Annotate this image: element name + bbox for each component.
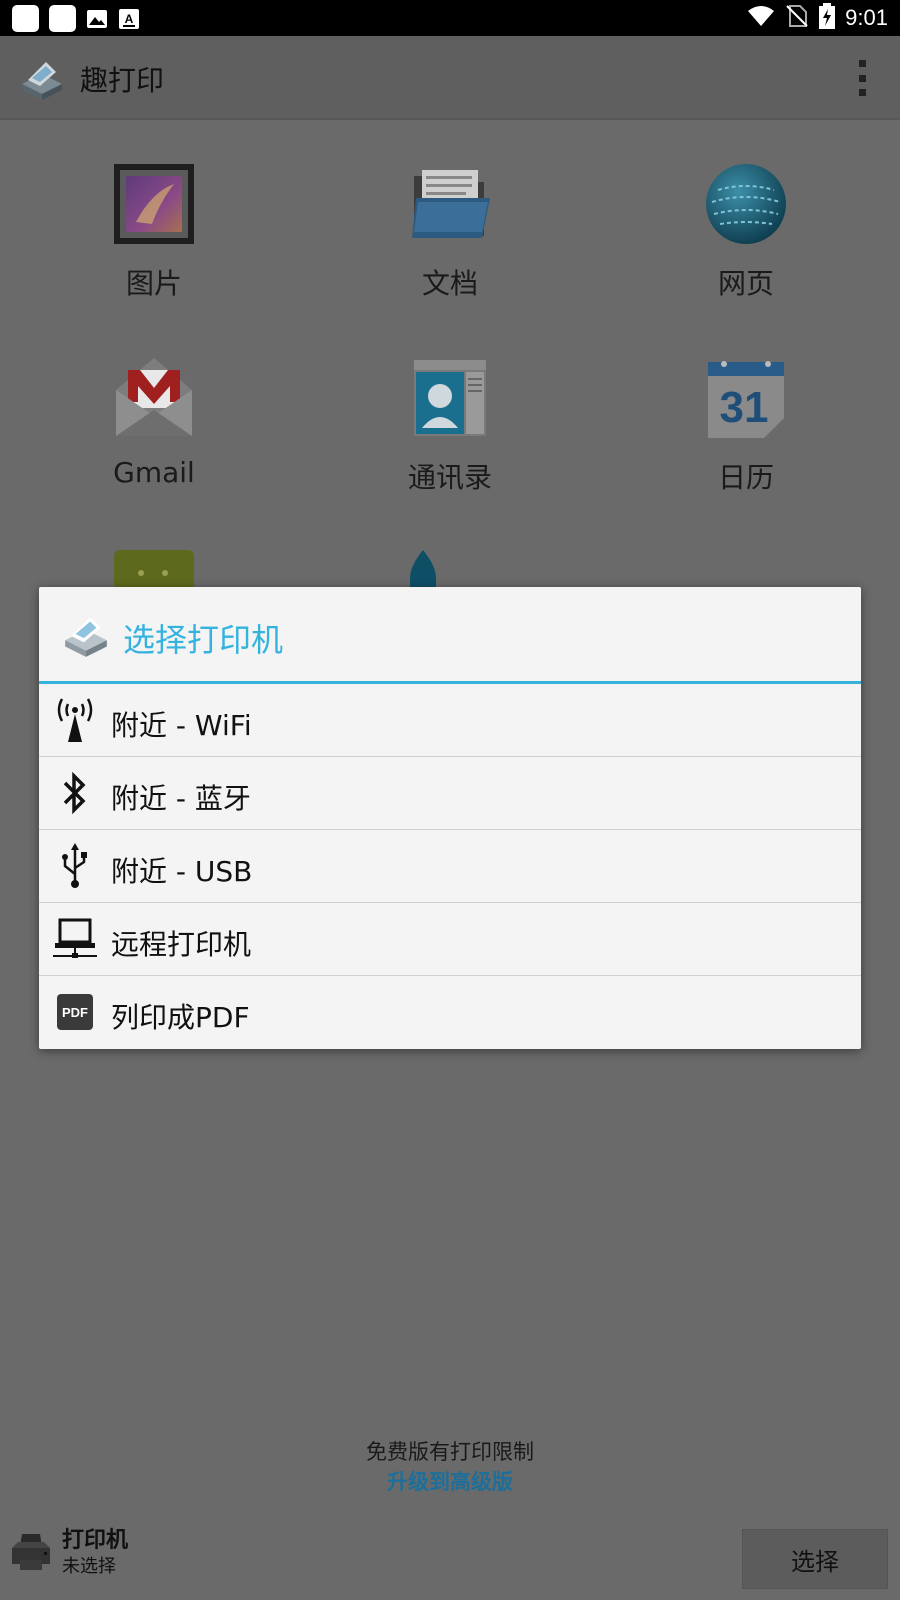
remote-computer-icon <box>51 915 99 963</box>
status-bar: A 9:01 <box>0 0 900 36</box>
option-nearby-wifi[interactable]: 附近 - WiFi <box>39 684 861 757</box>
calendar-day-number: 31 <box>720 383 769 432</box>
grid-label: 日历 <box>717 461 774 494</box>
printer-icon <box>10 1530 52 1572</box>
option-print-to-pdf[interactable]: PDF 列印成PDF <box>39 976 861 1049</box>
option-label: 远程打印机 <box>111 928 252 961</box>
dialog-header: 选择打印机 <box>39 587 861 684</box>
usb-icon <box>51 842 99 890</box>
grid-label: 图片 <box>125 267 182 300</box>
app-title: 趣打印 <box>80 64 165 97</box>
no-sim-icon <box>785 4 809 32</box>
grid-item-gmail[interactable]: Gmail <box>54 356 254 489</box>
grid-item-calendar[interactable]: 31 日历 <box>646 356 846 496</box>
printer-status: 未选择 <box>62 1556 116 1577</box>
grid-label: 文档 <box>421 267 478 300</box>
grid-item-documents[interactable]: 文档 <box>350 162 550 302</box>
calendar-icon: 31 <box>704 356 788 440</box>
overflow-menu-icon[interactable] <box>858 60 866 96</box>
grid-item-web[interactable]: 网页 <box>646 162 846 302</box>
notification-app-icon <box>12 5 39 32</box>
printer-title: 打印机 <box>62 1528 129 1553</box>
status-time: 9:01 <box>845 5 888 30</box>
upgrade-link[interactable]: 升级到高级版 <box>0 1466 900 1496</box>
wifi-signal-icon <box>747 4 775 32</box>
bluetooth-icon <box>51 769 99 817</box>
select-printer-dialog: 选择打印机 附近 - WiFi 附近 - 蓝牙 附近 - USB 远程打印机 P… <box>39 587 861 1049</box>
image-notification-icon <box>86 8 108 30</box>
svg-text:A: A <box>125 12 134 26</box>
keyboard-notification-icon: A <box>118 8 140 30</box>
free-version-limit-text: 免费版有打印限制 <box>366 1440 534 1464</box>
wifi-antenna-icon <box>51 696 99 744</box>
option-label: 附近 - USB <box>111 855 253 888</box>
option-nearby-usb[interactable]: 附近 - USB <box>39 830 861 903</box>
pictures-icon <box>112 162 196 246</box>
select-printer-button[interactable]: 选择 <box>742 1529 888 1589</box>
documents-folder-icon <box>408 162 492 246</box>
grid-label: Gmail <box>113 456 195 489</box>
option-nearby-bluetooth[interactable]: 附近 - 蓝牙 <box>39 757 861 830</box>
contacts-icon <box>408 356 492 440</box>
option-label: 列印成PDF <box>111 1001 250 1034</box>
pdf-icon: PDF <box>51 988 99 1036</box>
grid-label: 网页 <box>717 267 774 300</box>
notification-app-icon <box>49 5 76 32</box>
app-bar: 趣打印 <box>0 36 900 120</box>
option-label: 附近 - WiFi <box>111 709 252 742</box>
grid-item-pictures[interactable]: 图片 <box>54 162 254 302</box>
dropbox-drop-icon[interactable] <box>406 548 440 590</box>
grid-item-contacts[interactable]: 通讯录 <box>350 356 550 496</box>
grid-label: 通讯录 <box>407 461 492 494</box>
battery-charging-icon <box>819 3 836 33</box>
printershare-logo-icon <box>61 609 111 659</box>
printershare-logo-icon <box>18 54 66 102</box>
option-label: 附近 - 蓝牙 <box>111 782 251 815</box>
web-globe-icon <box>704 162 788 246</box>
pdf-badge-text: PDF <box>62 1005 88 1020</box>
dialog-title: 选择打印机 <box>123 621 284 659</box>
option-remote-printer[interactable]: 远程打印机 <box>39 903 861 976</box>
android-app-icon[interactable] <box>114 550 194 590</box>
printer-selection-bar: 打印机 未选择 选择 <box>0 1508 900 1600</box>
gmail-icon <box>112 356 196 440</box>
